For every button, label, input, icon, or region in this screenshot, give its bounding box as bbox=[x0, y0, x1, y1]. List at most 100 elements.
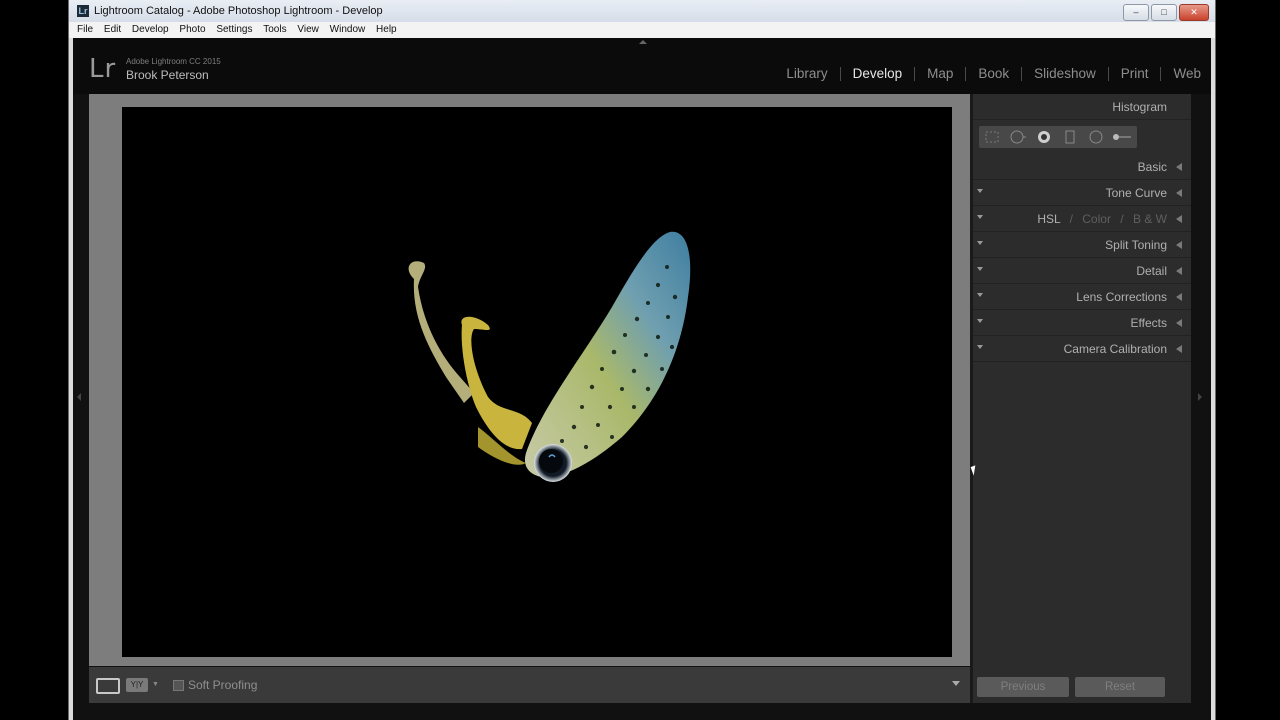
toolbar-menu-chevron-down-icon[interactable] bbox=[952, 681, 960, 686]
module-library[interactable]: Library bbox=[786, 66, 827, 81]
menu-settings[interactable]: Settings bbox=[216, 22, 252, 38]
panel-histogram-label: Histogram bbox=[1112, 100, 1167, 114]
module-separator bbox=[839, 66, 841, 81]
basic-expand-icon[interactable] bbox=[1176, 163, 1182, 171]
tone-curve-expand-icon[interactable] bbox=[1176, 189, 1182, 197]
red-eye-icon[interactable] bbox=[1031, 126, 1057, 148]
window-controls: – □ ✕ bbox=[1123, 4, 1209, 21]
adjustment-brush-icon[interactable] bbox=[1109, 126, 1135, 148]
product-name: Adobe Lightroom CC 2015 bbox=[126, 57, 221, 66]
panel-hsl[interactable]: HSL / Color / B & W bbox=[973, 206, 1191, 232]
panel-lens-corrections-label: Lens Corrections bbox=[1076, 290, 1167, 304]
minimize-button[interactable]: – bbox=[1123, 4, 1149, 21]
panel-tone-curve-label: Tone Curve bbox=[1105, 186, 1167, 200]
panel-basic-label: Basic bbox=[1137, 160, 1167, 174]
menu-view[interactable]: View bbox=[297, 22, 319, 38]
menu-help[interactable]: Help bbox=[376, 22, 397, 38]
detail-expand-icon[interactable] bbox=[1176, 267, 1182, 275]
camera-calibration-toggle-icon[interactable] bbox=[977, 345, 983, 349]
panel-lens-corrections[interactable]: Lens Corrections bbox=[973, 284, 1191, 310]
maximize-button[interactable]: □ bbox=[1151, 4, 1177, 21]
module-separator bbox=[1107, 66, 1109, 81]
menu-photo[interactable]: Photo bbox=[179, 22, 205, 38]
menu-window[interactable]: Window bbox=[330, 22, 366, 38]
view-mode-chevron-down-icon[interactable]: ▼ bbox=[152, 681, 159, 688]
user-name: Brook Peterson bbox=[126, 68, 209, 82]
hsl-sep: / bbox=[1069, 212, 1073, 226]
panel-camera-calibration[interactable]: Camera Calibration bbox=[973, 336, 1191, 362]
hsl-tabs: HSL / Color / B & W bbox=[1037, 212, 1167, 226]
menu-file[interactable]: File bbox=[77, 22, 93, 38]
squid-photo bbox=[408, 231, 691, 482]
tone-curve-toggle-icon[interactable] bbox=[977, 189, 983, 193]
soft-proofing-checkbox[interactable] bbox=[173, 680, 184, 691]
before-after-view-icon[interactable]: Y|Y bbox=[126, 678, 148, 692]
module-separator bbox=[914, 66, 916, 81]
split-toning-expand-icon[interactable] bbox=[1176, 241, 1182, 249]
panel-basic[interactable]: Basic bbox=[973, 154, 1191, 180]
module-separator bbox=[1021, 66, 1023, 81]
lightroom-app: Lr Adobe Lightroom CC 2015 Brook Peterso… bbox=[73, 38, 1211, 720]
tool-strip bbox=[973, 120, 1191, 154]
top-panel-toggle-icon[interactable] bbox=[639, 40, 647, 44]
effects-expand-icon[interactable] bbox=[1176, 319, 1182, 327]
tab-color[interactable]: Color bbox=[1082, 212, 1111, 226]
module-separator bbox=[965, 66, 967, 81]
identity-plate-bar: Lr Adobe Lightroom CC 2015 Brook Peterso… bbox=[73, 38, 1211, 94]
lr-logo: Lr bbox=[89, 54, 117, 84]
module-map[interactable]: Map bbox=[927, 66, 953, 81]
module-slideshow[interactable]: Slideshow bbox=[1034, 66, 1096, 81]
panel-detail[interactable]: Detail bbox=[973, 258, 1191, 284]
tab-bw[interactable]: B & W bbox=[1133, 212, 1167, 226]
lens-corrections-expand-icon[interactable] bbox=[1176, 293, 1182, 301]
panel-histogram[interactable]: Histogram bbox=[973, 94, 1191, 120]
module-book[interactable]: Book bbox=[978, 66, 1009, 81]
tool-strip-bar bbox=[979, 126, 1137, 148]
develop-toolbar: Y|Y ▼ Soft Proofing bbox=[89, 667, 970, 703]
panel-effects-label: Effects bbox=[1130, 316, 1167, 330]
menu-bar: File Edit Develop Photo Settings Tools V… bbox=[69, 22, 1215, 38]
spot-removal-icon[interactable] bbox=[1005, 126, 1031, 148]
previous-button[interactable]: Previous bbox=[977, 677, 1069, 697]
photo-preview[interactable] bbox=[122, 107, 952, 657]
menu-edit[interactable]: Edit bbox=[104, 22, 121, 38]
hsl-expand-icon[interactable] bbox=[1176, 215, 1182, 223]
hsl-sep-2: / bbox=[1120, 212, 1124, 226]
menu-develop[interactable]: Develop bbox=[132, 22, 169, 38]
module-develop[interactable]: Develop bbox=[853, 66, 903, 81]
panel-tone-curve[interactable]: Tone Curve bbox=[973, 180, 1191, 206]
reset-button[interactable]: Reset bbox=[1075, 677, 1165, 697]
module-print[interactable]: Print bbox=[1121, 66, 1149, 81]
lens-corrections-toggle-icon[interactable] bbox=[977, 293, 983, 297]
module-picker: Library Develop Map Book Slideshow Print… bbox=[786, 66, 1201, 81]
right-panel-toggle-icon[interactable] bbox=[1198, 393, 1202, 401]
panel-split-toning[interactable]: Split Toning bbox=[973, 232, 1191, 258]
right-panel-buttons: Previous Reset bbox=[973, 668, 1191, 702]
soft-proofing-label: Soft Proofing bbox=[188, 678, 258, 692]
module-separator bbox=[1160, 66, 1162, 81]
effects-toggle-icon[interactable] bbox=[977, 319, 983, 323]
hsl-toggle-icon[interactable] bbox=[977, 215, 983, 219]
crop-overlay-icon[interactable] bbox=[979, 126, 1005, 148]
app-icon: Lr bbox=[77, 5, 89, 17]
right-panel: Histogram Basic Tone Curve HSL / Color /… bbox=[973, 94, 1191, 703]
window-title: Lightroom Catalog - Adobe Photoshop Ligh… bbox=[94, 5, 383, 17]
panel-effects[interactable]: Effects bbox=[973, 310, 1191, 336]
panel-camera-calibration-label: Camera Calibration bbox=[1063, 342, 1167, 356]
panel-split-toning-label: Split Toning bbox=[1105, 238, 1167, 252]
close-button[interactable]: ✕ bbox=[1179, 4, 1209, 21]
application-window: Lr Lightroom Catalog - Adobe Photoshop L… bbox=[68, 0, 1216, 720]
loupe-view-icon[interactable] bbox=[96, 678, 120, 694]
panel-detail-label: Detail bbox=[1136, 264, 1167, 278]
title-bar: Lr Lightroom Catalog - Adobe Photoshop L… bbox=[69, 0, 1215, 22]
split-toning-toggle-icon[interactable] bbox=[977, 241, 983, 245]
image-canvas[interactable] bbox=[89, 94, 970, 666]
radial-filter-icon[interactable] bbox=[1083, 126, 1109, 148]
menu-tools[interactable]: Tools bbox=[263, 22, 286, 38]
left-panel-toggle-icon[interactable] bbox=[77, 393, 81, 401]
tab-hsl[interactable]: HSL bbox=[1037, 212, 1060, 226]
camera-calibration-expand-icon[interactable] bbox=[1176, 345, 1182, 353]
graduated-filter-icon[interactable] bbox=[1057, 126, 1083, 148]
detail-toggle-icon[interactable] bbox=[977, 267, 983, 271]
module-web[interactable]: Web bbox=[1173, 66, 1201, 81]
